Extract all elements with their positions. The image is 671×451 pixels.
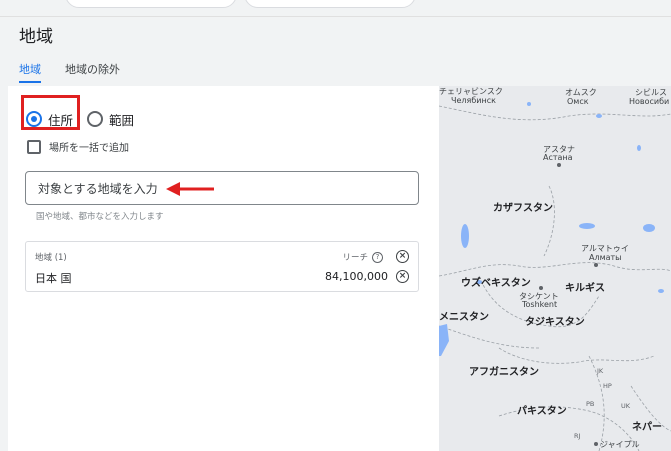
map-label-almaty-ru: Алматы bbox=[589, 253, 622, 262]
map-label-tajikistan: タジキスタン bbox=[525, 317, 585, 328]
map-label-pb: PB bbox=[586, 400, 595, 408]
red-arrow-icon bbox=[166, 182, 214, 196]
bulk-add-checkbox[interactable] bbox=[27, 139, 41, 154]
map-label-turkmenistan: メニスタン bbox=[439, 312, 489, 323]
location-search-input[interactable]: 対象とする地域を入力 bbox=[25, 171, 419, 205]
remove-location-icon[interactable]: × bbox=[396, 270, 409, 283]
bulk-add-label: 場所を一括で追加 bbox=[49, 143, 129, 154]
map-label-astana-ru: Астана bbox=[543, 153, 573, 162]
highlight-box bbox=[21, 95, 80, 130]
map-label-tashkent-latin: Toshkent bbox=[522, 300, 558, 309]
map-dot-astana bbox=[557, 163, 561, 167]
help-icon[interactable]: ? bbox=[372, 251, 383, 263]
map-label-afghanistan: アフガニスタン bbox=[469, 367, 539, 378]
page-title: 地域 bbox=[19, 27, 53, 47]
map-dot-almaty bbox=[594, 263, 598, 267]
reach-label: リーチ bbox=[342, 253, 368, 263]
tab-excluded-locations[interactable]: 地域の除外 bbox=[65, 61, 120, 77]
map-dot-tashkent bbox=[539, 286, 543, 290]
bulk-add-checkbox-row[interactable]: 場所を一括で追加 bbox=[27, 139, 129, 154]
map-dot-jaipur bbox=[594, 442, 598, 446]
map-label-uzbekistan: ウズベキスタン bbox=[461, 278, 531, 289]
radio-radius-control[interactable] bbox=[87, 111, 104, 127]
active-tab-indicator bbox=[19, 81, 41, 83]
targeted-locations-header: 地域 (1) bbox=[35, 253, 67, 263]
radio-radius[interactable]: 範囲 bbox=[87, 110, 134, 129]
map-view[interactable]: チェリャビンスク Челябинск オムスク Омск シビルス Новоси… bbox=[439, 86, 671, 451]
map-label-nepal: ネパー bbox=[632, 422, 662, 433]
map-label-pakistan: パキスタン bbox=[517, 406, 567, 417]
targeted-locations-card: 地域 (1) リーチ ? × 日本 国 84,100,000 × bbox=[25, 241, 419, 292]
map-label-hp: HP bbox=[603, 382, 612, 390]
map-label-kazakhstan: カザフスタン bbox=[493, 203, 553, 214]
map-label-novosibirsk-ru: Новосиби bbox=[629, 97, 670, 106]
top-pill-right[interactable] bbox=[244, 0, 416, 8]
location-search-placeholder: 対象とする地域を入力 bbox=[38, 181, 158, 196]
reach-header: リーチ ? bbox=[342, 251, 383, 263]
radio-radius-label: 範囲 bbox=[109, 112, 135, 128]
map-canvas bbox=[439, 86, 671, 451]
map-label-rj: RJ bbox=[574, 432, 581, 440]
map-label-jk: JK bbox=[597, 367, 604, 375]
map-label-uk: UK bbox=[621, 402, 631, 410]
tab-locations[interactable]: 地域 bbox=[19, 61, 41, 77]
location-panel: 住所 範囲 場所を一括で追加 対象とする地域を入力 国や地域、都市などを入力しま… bbox=[8, 86, 439, 451]
map-label-jaipur: ジャイプル bbox=[600, 440, 640, 449]
top-divider bbox=[0, 16, 671, 17]
map-label-omsk-ru: Омск bbox=[567, 97, 589, 106]
map-label-kyrgyzstan: キルギス bbox=[565, 283, 605, 294]
map-label-chelyabinsk-ru: Челябинск bbox=[451, 96, 496, 105]
targeted-location-reach: 84,100,000 bbox=[325, 270, 388, 283]
targeted-location-name: 日本 国 bbox=[35, 272, 72, 285]
remove-all-icon[interactable]: × bbox=[396, 250, 409, 263]
top-pill-left[interactable] bbox=[65, 0, 237, 8]
search-helper-text: 国や地域、都市などを入力します bbox=[36, 212, 164, 222]
